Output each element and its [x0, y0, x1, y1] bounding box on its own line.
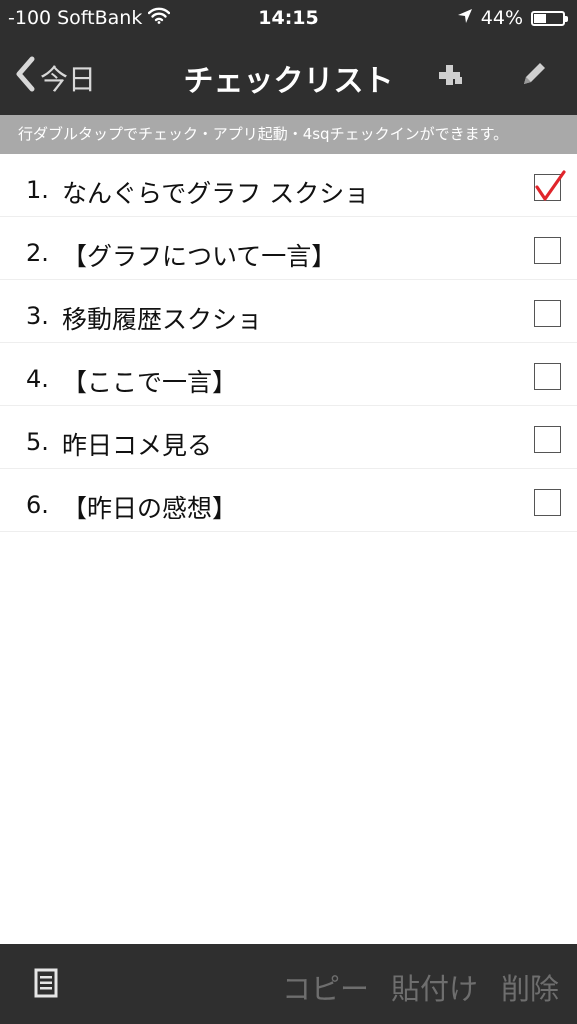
- hint-bar: 行ダブルタップでチェック・アプリ起動・4sqチェックインができます。: [0, 115, 577, 154]
- copy-button[interactable]: コピー: [282, 966, 369, 1008]
- pencil-icon: [518, 63, 550, 94]
- bottom-toolbar: コピー 貼付け 削除: [0, 944, 577, 1024]
- status-bar: -100 SoftBank 14:15 44%: [0, 0, 577, 38]
- page-title: チェックリスト: [183, 64, 394, 99]
- item-checkbox[interactable]: [534, 426, 561, 453]
- battery-icon: [531, 10, 568, 26]
- item-label: 昨日コメ見る: [62, 431, 213, 460]
- item-checkbox[interactable]: [534, 489, 561, 516]
- item-number: 3.: [26, 302, 49, 330]
- item-label: 【昨日の感想】: [62, 494, 238, 523]
- checkmark-icon: [535, 170, 566, 201]
- item-label: 移動履歴スクショ: [62, 305, 263, 334]
- list-item[interactable]: 4. 【ここで一言】: [0, 343, 577, 406]
- list-item[interactable]: 3. 移動履歴スクショ: [0, 280, 577, 343]
- list-item[interactable]: 5. 昨日コメ見る: [0, 406, 577, 469]
- battery-level: [534, 13, 546, 23]
- item-checkbox[interactable]: [534, 300, 561, 327]
- delete-button[interactable]: 削除: [501, 966, 559, 1008]
- document-icon: [34, 968, 58, 1002]
- document-button[interactable]: [34, 968, 58, 1002]
- item-checkbox[interactable]: [534, 363, 561, 390]
- item-label: 【ここで一言】: [62, 368, 238, 397]
- item-number: 4.: [26, 365, 49, 393]
- item-number: 1.: [26, 176, 49, 204]
- list-item[interactable]: 6. 【昨日の感想】: [0, 469, 577, 532]
- battery-percent: 44%: [480, 7, 523, 29]
- item-number: 5.: [26, 428, 49, 456]
- list-item[interactable]: 2. 【グラフについて一言】: [0, 217, 577, 280]
- edit-button[interactable]: [518, 58, 550, 94]
- location-arrow-icon: [457, 7, 473, 29]
- status-right: 44%: [457, 7, 568, 29]
- item-label: なんぐらでグラフ スクショ: [62, 179, 370, 208]
- item-number: 6.: [26, 491, 49, 519]
- item-number: 2.: [26, 239, 49, 267]
- item-checkbox[interactable]: [534, 237, 561, 264]
- checklist: 1. なんぐらでグラフ スクショ 2. 【グラフについて一言】 3. 移動履歴スクショ 4.…: [0, 154, 577, 532]
- item-label: 【グラフについて一言】: [62, 242, 337, 271]
- item-checkbox[interactable]: [534, 170, 566, 201]
- list-item[interactable]: 1. なんぐらでグラフ スクショ: [0, 154, 577, 217]
- plus-icon: [436, 65, 464, 92]
- paste-button[interactable]: 貼付け: [391, 966, 478, 1008]
- nav-bar: 今日 チェックリスト: [0, 38, 577, 115]
- add-button[interactable]: [436, 62, 464, 92]
